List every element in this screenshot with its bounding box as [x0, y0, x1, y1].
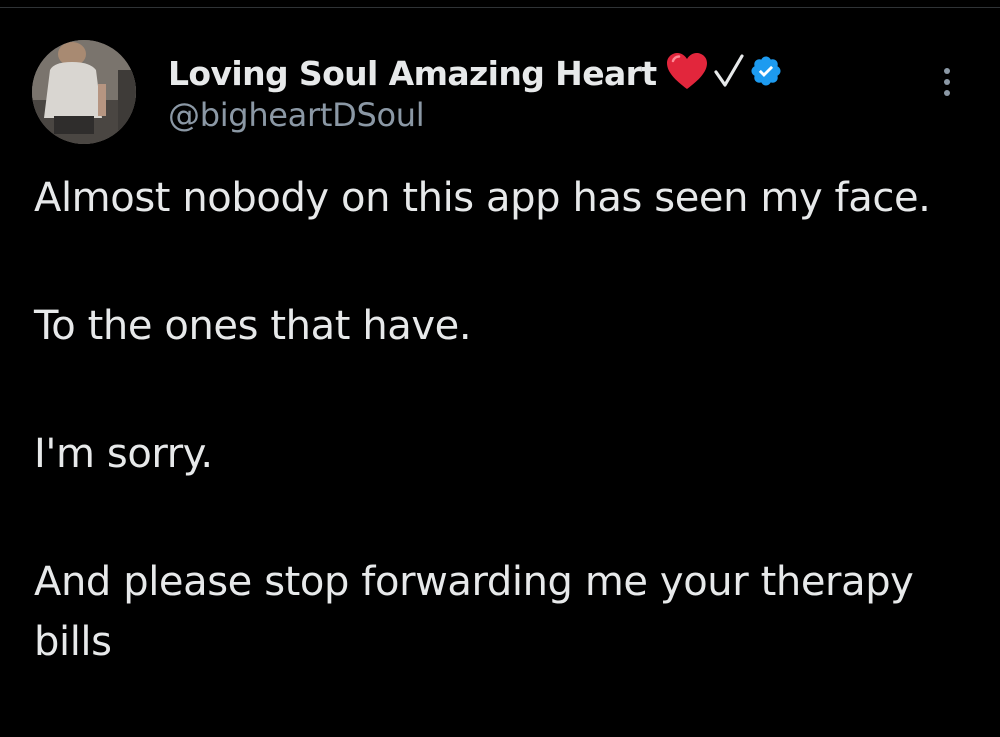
tweet-text: Almost nobody on this app has seen my fa… [34, 168, 934, 672]
user-handle[interactable]: @bigheartDSoul [168, 96, 868, 134]
tweet-paragraph: And please stop forwarding me your thera… [34, 559, 914, 665]
tweet-card: Loving Soul Amazing Heart @bigheartDSoul… [0, 0, 1000, 737]
avatar[interactable] [32, 40, 136, 144]
tweet-paragraph: I'm sorry. [34, 431, 213, 477]
name-decorations [665, 51, 783, 96]
verified-badge-icon[interactable] [749, 54, 783, 93]
author-block: Loving Soul Amazing Heart @bigheartDSoul [168, 50, 868, 134]
name-row: Loving Soul Amazing Heart [168, 50, 868, 96]
tweet-paragraph: Almost nobody on this app has seen my fa… [34, 175, 931, 221]
tweet-paragraph: To the ones that have. [34, 303, 472, 349]
check-glyph-icon [713, 53, 745, 94]
heart-icon [665, 51, 709, 96]
more-options-button[interactable] [930, 62, 964, 102]
more-vertical-icon [944, 68, 950, 74]
more-vertical-icon-dot [944, 79, 950, 85]
avatar-photo [32, 40, 136, 144]
display-name[interactable]: Loving Soul Amazing Heart [168, 54, 657, 93]
more-vertical-icon-dot [944, 90, 950, 96]
